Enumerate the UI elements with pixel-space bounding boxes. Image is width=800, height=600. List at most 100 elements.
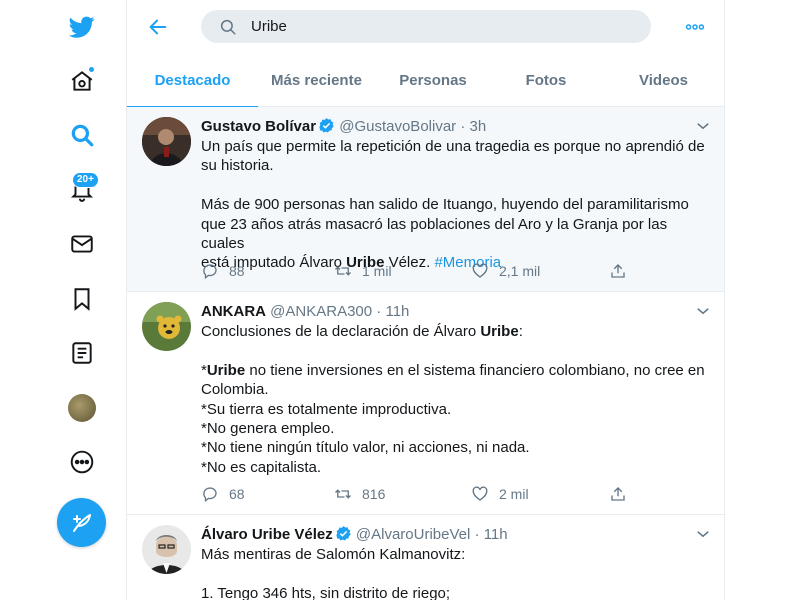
separator-dot: · [474, 526, 480, 543]
nav-messages[interactable] [60, 222, 104, 266]
twitter-logo-icon [69, 16, 95, 38]
avatar[interactable] [142, 525, 191, 574]
retweet-count: 1 mil [362, 263, 392, 279]
tweet-actions: 68 816 2 mil [201, 483, 641, 505]
tweet-body: ANKARA @ANKARA300 · 11h Conclusiones de … [201, 302, 713, 477]
tweet-text-line: que 23 años atrás masacró las poblacione… [201, 215, 668, 253]
avatar[interactable] [142, 117, 191, 166]
heart-icon [472, 263, 488, 278]
author-handle[interactable]: @GustavoBolivar [339, 118, 456, 135]
tweet-text-line [201, 564, 713, 583]
retweet-icon [335, 489, 351, 499]
tweet-time[interactable]: 11h [484, 526, 508, 543]
tweet[interactable]: ANKARA @ANKARA300 · 11h Conclusiones de … [127, 292, 724, 515]
text-segment: : [518, 323, 523, 340]
tweet[interactable]: Gustavo Bolívar @GustavoBolivar · 3h Un … [127, 107, 724, 292]
tweet-text-line: Más mentiras de Salomón Kalmanovitz: [201, 546, 466, 563]
verified-badge-icon [319, 118, 334, 133]
more-options-button[interactable] [681, 14, 709, 40]
back-button[interactable] [143, 12, 173, 42]
tweet-text-line: *No genera empleo. [201, 420, 335, 438]
compose-tweet-button[interactable] [57, 498, 106, 547]
share-button[interactable] [609, 260, 637, 282]
search-input[interactable] [251, 18, 631, 35]
chevron-down-icon[interactable] [694, 302, 712, 320]
tweet-text: Un país que permite la repetición de una… [201, 137, 713, 273]
nav-lists[interactable] [60, 331, 104, 375]
reply-count: 68 [229, 486, 245, 502]
tweet-body: Gustavo Bolívar @GustavoBolivar · 3h Un … [201, 117, 713, 273]
app: 20+ Uribe Destacado Más reciente Persona… [0, 0, 800, 600]
tweet-text-line: su historia. [201, 157, 274, 175]
tab-fotos[interactable]: Fotos [491, 54, 601, 107]
tweet-text-line [201, 176, 713, 195]
chevron-down-icon[interactable] [694, 117, 712, 135]
text-segment: Conclusiones de la declaración de Álvaro [201, 323, 481, 340]
back-arrow-icon [149, 19, 167, 35]
tweet[interactable]: Álvaro Uribe Vélez @AlvaroUribeVel · 11h… [127, 515, 724, 600]
tweet-text: Conclusiones de la declaración de Álvaro… [201, 322, 713, 477]
tweet-text-line: *Su tierra es totalmente improductiva. [201, 400, 452, 418]
tweet-header: Gustavo Bolívar @GustavoBolivar · 3h [201, 117, 713, 137]
share-button[interactable] [609, 483, 637, 505]
author-name[interactable]: Álvaro Uribe Vélez [201, 526, 333, 543]
retweet-button[interactable]: 1 mil [334, 260, 392, 282]
separator-dot: · [376, 303, 382, 320]
text-segment: no tiene inversiones en el sistema finan… [245, 361, 705, 379]
twitter-logo-button[interactable] [60, 5, 104, 49]
search-icon [71, 124, 94, 147]
tab-videos[interactable]: Videos [601, 54, 724, 107]
reply-icon [203, 487, 217, 503]
tweet-text-line: 1. Tengo 346 hts, sin distrito de riego; [201, 584, 451, 600]
compose-feather-icon [72, 513, 91, 532]
retweet-count: 816 [362, 486, 386, 502]
author-name[interactable]: Gustavo Bolívar [201, 118, 316, 135]
search-box[interactable] [201, 10, 651, 43]
share-icon [611, 487, 625, 501]
bookmark-icon [74, 288, 90, 311]
reply-icon [203, 264, 217, 280]
tweet-text-line: Un país que permite la repetición de una… [201, 138, 705, 155]
avatar[interactable] [142, 302, 191, 351]
like-button[interactable]: 2 mil [471, 483, 529, 505]
like-count: 2,1 mil [499, 263, 541, 279]
tweet-time[interactable]: 11h [385, 303, 409, 320]
tweet-actions: 88 1 mil 2,1 mil [201, 260, 641, 282]
nav-explore[interactable] [60, 113, 104, 157]
avatar-photo [142, 302, 191, 351]
tweet-text-line: *No tiene ningún título valor, ni accion… [201, 439, 530, 457]
search-icon [220, 19, 236, 34]
author-name[interactable]: ANKARA [201, 303, 266, 320]
tweet-body: Álvaro Uribe Vélez @AlvaroUribeVel · 11h… [201, 525, 713, 600]
search-tabs: Destacado Más reciente Personas Fotos Vi… [127, 54, 724, 108]
list-icon [72, 342, 92, 364]
separator-dot: · [460, 118, 466, 135]
tweet-header: ANKARA @ANKARA300 · 11h [201, 302, 713, 322]
tweet-time[interactable]: 3h [470, 118, 487, 135]
tweet-text-line [201, 341, 713, 360]
tweet-text-line: Más de 900 personas han salido de Ituang… [201, 196, 689, 214]
tab-destacado[interactable]: Destacado [127, 54, 258, 108]
tweet-text: Más mentiras de Salomón Kalmanovitz: 1. … [201, 545, 713, 600]
like-button[interactable]: 2,1 mil [471, 260, 540, 282]
chevron-down-icon[interactable] [694, 525, 712, 543]
reply-button[interactable]: 88 [201, 260, 245, 282]
nav-profile[interactable] [60, 386, 104, 430]
main-column: Destacado Más reciente Personas Fotos Vi… [126, 0, 725, 600]
nav-more[interactable] [60, 440, 104, 484]
notifications-badge: 20+ [72, 172, 99, 188]
reply-button[interactable]: 68 [201, 483, 245, 505]
tab-mas-reciente[interactable]: Más reciente [258, 54, 375, 107]
retweet-button[interactable]: 816 [334, 483, 385, 505]
avatar [68, 394, 96, 422]
nav-notifications[interactable]: 20+ [60, 167, 104, 211]
tab-personas[interactable]: Personas [375, 54, 491, 107]
nav-bookmarks[interactable] [60, 277, 104, 321]
verified-badge-icon [336, 526, 351, 541]
tweet-text-line: *No es capitalista. [201, 458, 322, 476]
more-horizontal-icon [685, 24, 705, 30]
author-handle[interactable]: @ANKARA300 [270, 303, 372, 320]
nav-home[interactable] [60, 59, 104, 103]
left-nav: 20+ [0, 0, 126, 600]
author-handle[interactable]: @AlvaroUribeVel [356, 526, 470, 543]
